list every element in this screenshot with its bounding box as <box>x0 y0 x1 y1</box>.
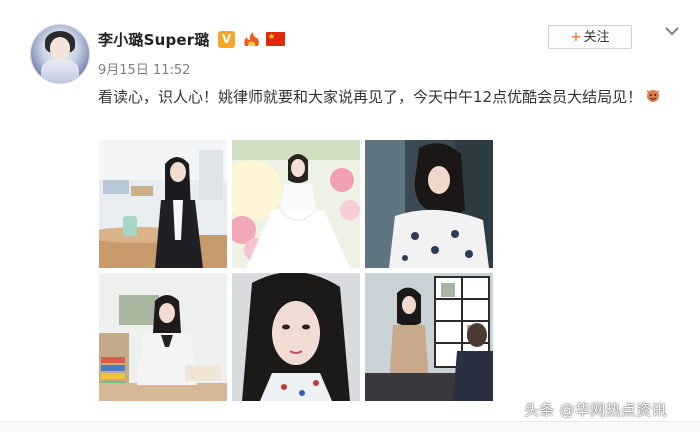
post-photo-5[interactable] <box>232 273 360 401</box>
follow-button[interactable]: + 关注 <box>548 25 632 49</box>
chevron-down-icon[interactable] <box>664 24 680 38</box>
post-action-bar <box>0 421 700 432</box>
flag-star-icon: ★ <box>268 32 276 41</box>
user-name[interactable]: 李小璐Super璐 <box>98 29 210 50</box>
post-timestamp[interactable]: 9月15日 11:52 <box>98 59 190 78</box>
post-photo-2[interactable] <box>232 140 360 268</box>
post-photo-3[interactable] <box>365 140 493 268</box>
avatar-dress <box>41 59 79 83</box>
avatar-face <box>50 37 70 59</box>
member-badge-icon[interactable] <box>242 30 262 48</box>
emoji-icon <box>646 90 660 102</box>
post-text: 看读心，识人心！姚律师就要和大家说再见了，今天中午12点优酷会员大结局见！ <box>98 84 668 110</box>
source-watermark: 头条 @华网热点资讯 <box>524 401 667 419</box>
post-photo-1[interactable] <box>99 140 227 268</box>
plus-icon: + <box>570 30 582 45</box>
post-photo-4[interactable] <box>99 273 227 401</box>
avatar[interactable] <box>30 24 90 84</box>
weibo-post-card: 李小璐Super璐 V ★ 9月15日 11:52 + 关注 看读心，识人心！姚律… <box>0 0 700 432</box>
china-flag-icon: ★ <box>266 32 285 46</box>
post-photo-6[interactable] <box>365 273 493 401</box>
follow-label: 关注 <box>583 30 610 45</box>
verified-badge-icon[interactable]: V <box>218 31 235 48</box>
post-text-content: 看读心，识人心！姚律师就要和大家说再见了，今天中午12点优酷会员大结局见！ <box>98 88 643 106</box>
